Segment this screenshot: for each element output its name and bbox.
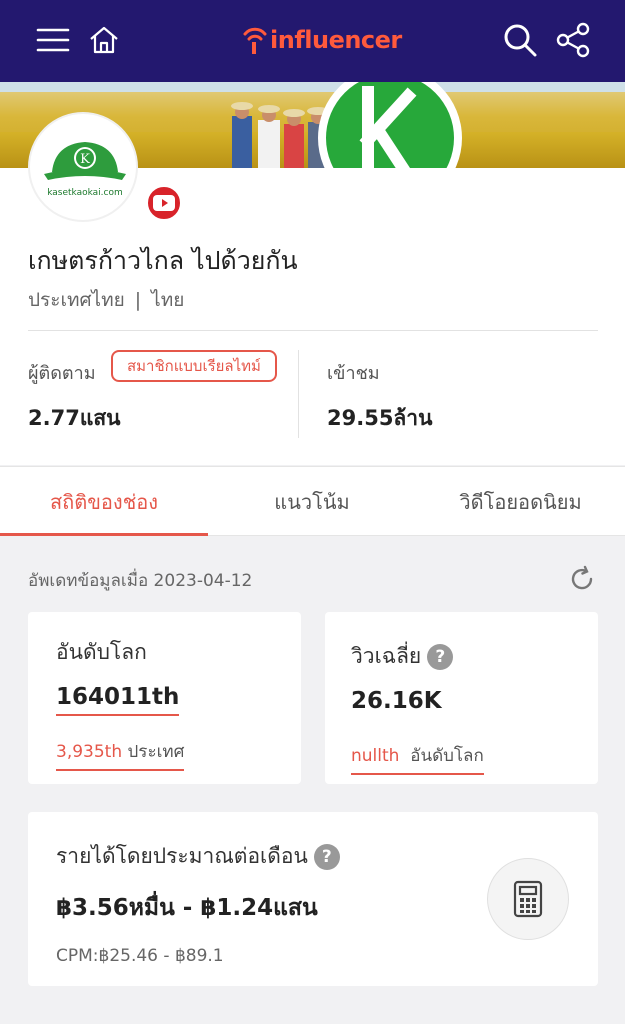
average-views-label: วิวเฉลี่ย [351, 644, 422, 668]
calculator-icon [513, 880, 543, 918]
country-rank-label: ประเทศ [127, 742, 185, 762]
followers-label: ผู้ติดตาม [28, 363, 96, 384]
divider [28, 330, 598, 331]
avatar-caption: kasetkaokai.com [47, 188, 123, 198]
tab-popular-videos[interactable]: วิดีโอยอดนิยม [416, 467, 625, 537]
share-icon[interactable] [553, 20, 593, 60]
location-separator: | [134, 289, 142, 311]
tab-channel-stats[interactable]: สถิติของช่อง [0, 467, 208, 537]
average-views-card: วิวเฉลี่ย? 26.16K nullth อันดับโลก [325, 612, 598, 784]
country: ประเทศไทย [28, 289, 125, 311]
channel-location: ประเทศไทย | ไทย [28, 285, 184, 315]
average-views-rank-label: อันดับโลก [410, 746, 484, 766]
followers-value: 2.77แสน [28, 406, 121, 430]
income-label: รายได้โดยประมาณต่อเดือน [56, 844, 308, 868]
world-rank-value[interactable]: 164011th [56, 684, 180, 716]
tab-bar: สถิติของช่อง แนวโน้ม วิดีโอยอดนิยม [0, 466, 625, 536]
country-rank-value: 3,935th [56, 742, 123, 762]
language: ไทย [151, 289, 185, 311]
influencer-logo[interactable]: influencer [242, 20, 402, 60]
calculator-button[interactable] [487, 858, 569, 940]
search-icon[interactable] [500, 20, 540, 60]
channel-avatar[interactable]: K kasetkaokai.com [28, 112, 138, 222]
income-title: รายได้โดยประมาณต่อเดือน? [56, 840, 340, 873]
youtube-icon[interactable] [146, 185, 182, 221]
refresh-icon[interactable] [568, 565, 596, 593]
views-value: 29.55ล้าน [327, 406, 433, 430]
average-views-title: วิวเฉลี่ย? [351, 640, 454, 673]
average-views-rank-link[interactable]: nullth อันดับโลก [351, 742, 484, 775]
last-updated-text: อัพเดทข้อมูลเมื่อ 2023-04-12 [28, 571, 253, 591]
active-tab-indicator [0, 533, 208, 536]
logo-text: influencer [270, 26, 402, 54]
average-views-rank: nullth [351, 746, 400, 766]
cpm-range: CPM:฿25.46 - ฿89.1 [56, 946, 224, 966]
signal-icon [243, 27, 267, 54]
channel-name: เกษตรก้าวไกล ไปด้วยกัน [28, 246, 298, 275]
help-icon[interactable]: ? [427, 644, 454, 670]
world-rank-title: อันดับโลก [56, 640, 147, 664]
average-views-value: 26.16K [351, 688, 442, 714]
svg-text:K: K [80, 152, 90, 167]
stats-divider [298, 350, 299, 438]
world-rank-card: อันดับโลก 164011th 3,935th ประเทศ [28, 612, 301, 784]
income-value: ฿3.56หมื่น - ฿1.24แสน [56, 895, 318, 921]
help-icon[interactable]: ? [313, 844, 340, 870]
tab-trends[interactable]: แนวโน้ม [208, 467, 416, 537]
home-icon[interactable] [84, 20, 124, 60]
menu-icon[interactable] [33, 20, 73, 60]
top-navigation-bar: influencer [0, 0, 625, 82]
country-rank-link[interactable]: 3,935th ประเทศ [56, 738, 185, 771]
realtime-subscribers-button[interactable]: สมาชิกแบบเรียลไทม์ [111, 350, 277, 382]
views-label: เข้าชม [327, 363, 380, 384]
